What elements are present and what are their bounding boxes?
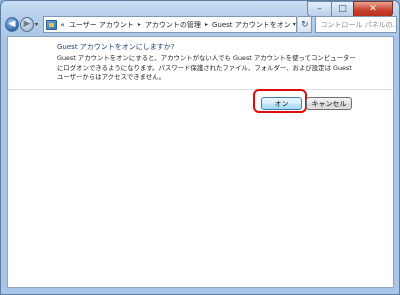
chevron-down-icon[interactable]: ▾ — [293, 21, 296, 28]
turn-on-button[interactable]: オン — [261, 97, 302, 110]
breadcrumb-manage-accounts[interactable]: アカウントの管理 — [145, 20, 201, 30]
navigation-bar: ◀ ▶ ▾ « ユーザー アカウント ▸ アカウントの管理 ▸ Guest アカ… — [5, 15, 398, 34]
back-arrow-icon: ◀ — [8, 19, 16, 29]
breadcrumb-overflow[interactable]: « — [61, 21, 65, 29]
chevron-right-icon[interactable]: ▸ — [138, 21, 141, 28]
forward-button[interactable]: ▶ — [20, 17, 34, 32]
search-placeholder: コントロール パネルの... — [320, 20, 398, 29]
breadcrumb-turn-on-guest[interactable]: Guest アカウントをオン — [212, 20, 291, 30]
refresh-button[interactable]: ↻ — [298, 16, 313, 33]
address-bar[interactable]: « ユーザー アカウント ▸ アカウントの管理 ▸ Guest アカウントをオン… — [42, 16, 298, 33]
search-input[interactable]: コントロール パネルの... — [315, 16, 398, 33]
chevron-right-icon[interactable]: ▸ — [205, 21, 208, 28]
control-panel-window: – □ ✕ ◀ ▶ ▾ « ユーザー アカウント ▸ アカウントの管理 ▸ Gu… — [0, 0, 400, 295]
recent-pages-dropdown-icon[interactable]: ▾ — [35, 21, 41, 28]
breadcrumb-user-accounts[interactable]: ユーザー アカウント — [69, 20, 134, 30]
divider — [8, 89, 393, 90]
forward-arrow-icon: ▶ — [23, 19, 31, 29]
content-pane: Guest アカウントをオンにしますか? Guest アカウントをオンにすると、… — [7, 36, 394, 288]
back-button[interactable]: ◀ — [5, 17, 19, 32]
page-title: Guest アカウントをオンにしますか? — [57, 43, 175, 51]
cancel-button[interactable]: キャンセル — [306, 97, 352, 110]
refresh-icon: ↻ — [301, 19, 309, 30]
control-panel-icon — [45, 19, 57, 30]
description-text: Guest アカウントをオンにすると、アカウントがない人でも Guest アカウ… — [57, 54, 356, 81]
